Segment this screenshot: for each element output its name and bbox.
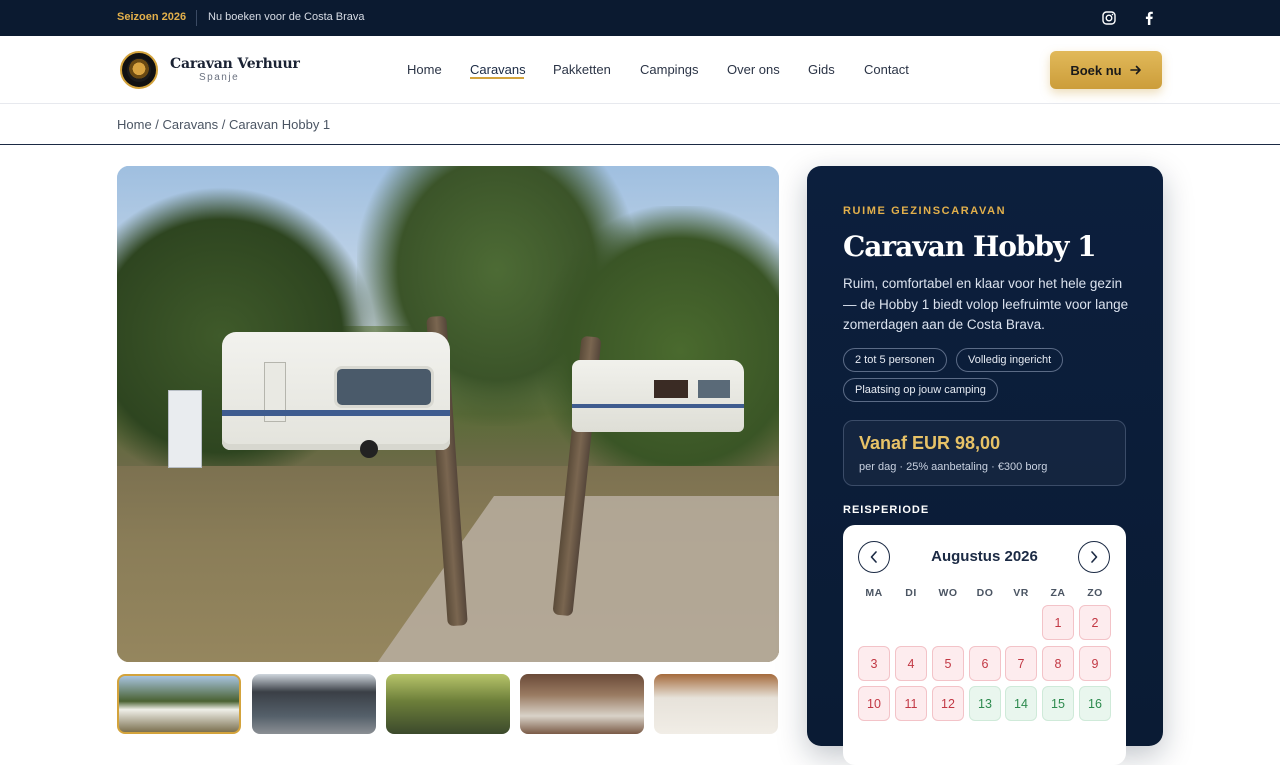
top-bar: Seizoen 2026 Nu boeken voor de Costa Bra… [0, 0, 1280, 36]
season-label: Seizoen 2026 [117, 11, 187, 23]
caravan-description: Ruim, comfortabel en klaar voor het hele… [843, 276, 1129, 332]
travel-period-label: REISPERIODE [843, 504, 930, 516]
calendar-day[interactable]: 12 [932, 686, 964, 721]
chip-placement: Plaatsing op jouw camping [843, 378, 998, 402]
calendar-day[interactable]: 4 [895, 646, 927, 681]
nav-over-ons[interactable]: Over ons [727, 62, 780, 77]
thumbnail-3[interactable] [386, 674, 510, 734]
thumbnail-1[interactable] [117, 674, 241, 734]
calendar-day[interactable]: 2 [1079, 605, 1111, 640]
weekday-label: ZO [1087, 587, 1103, 599]
brand-logo[interactable] [120, 51, 158, 89]
breadcrumb-divider [0, 144, 1280, 145]
caravan-background [572, 360, 744, 432]
calendar-day[interactable]: 14 [1005, 686, 1037, 721]
fridge [168, 390, 202, 468]
top-bar-divider [196, 10, 197, 26]
caravan-photo[interactable] [117, 166, 779, 662]
chip-furnished: Volledig ingericht [956, 348, 1064, 372]
price-details: per dag · 25% aanbetaling · €300 borg [859, 461, 1048, 473]
calendar-day[interactable]: 9 [1079, 646, 1111, 681]
calendar-day[interactable]: 10 [858, 686, 890, 721]
price-box: Vanaf EUR 98,00 per dag · 25% aanbetalin… [843, 420, 1126, 486]
weekday-label: DO [976, 587, 994, 599]
brand-subtitle: Spanje [199, 72, 240, 83]
brand-title[interactable]: Caravan Verhuur [170, 56, 300, 72]
booking-card: RUIME GEZINSCARAVAN Caravan Hobby 1 Ruim… [807, 166, 1163, 765]
thumbnail-5[interactable] [654, 674, 778, 734]
calendar-day[interactable]: 5 [932, 646, 964, 681]
thumbnail-4[interactable] [520, 674, 644, 734]
price: Vanaf EUR 98,00 [859, 433, 1001, 453]
chevron-right-icon[interactable] [1078, 541, 1110, 573]
calendar-day[interactable]: 15 [1042, 686, 1074, 721]
calendar-day[interactable]: 7 [1005, 646, 1037, 681]
top-bar-message: Nu boeken voor de Costa Brava [208, 11, 365, 23]
calendar-day[interactable]: 1 [1042, 605, 1074, 640]
caravan-category: RUIME GEZINSCARAVAN [843, 205, 1007, 217]
breadcrumb[interactable]: Home / Caravans / Caravan Hobby 1 [117, 117, 330, 132]
book-now-label: Boek nu [1070, 62, 1122, 78]
nav-caravans[interactable]: Caravans [470, 62, 526, 77]
nav-contact[interactable]: Contact [864, 62, 909, 77]
weekday-label: MA [865, 587, 883, 599]
weekday-label: WO [938, 587, 958, 599]
calendar-day[interactable]: 8 [1042, 646, 1074, 681]
calendar-day[interactable]: 6 [969, 646, 1001, 681]
availability-calendar: Augustus 2026 MA DI WO DO VR ZA ZO 1 2 3… [843, 525, 1126, 765]
chip-persons: 2 tot 5 personen [843, 348, 947, 372]
caravan-title: Caravan Hobby 1 [843, 230, 1097, 263]
weekday-label: ZA [1050, 587, 1066, 599]
nav-campings[interactable]: Campings [640, 62, 699, 77]
active-nav-indicator [470, 77, 524, 79]
calendar-day[interactable]: 16 [1079, 686, 1111, 721]
weekday-label: DI [905, 587, 917, 599]
instagram-icon[interactable] [1100, 9, 1118, 27]
facebook-icon[interactable] [1140, 9, 1158, 27]
caravan-main [222, 332, 450, 458]
thumbnail-2[interactable] [252, 674, 376, 734]
arrow-right-icon [1129, 65, 1141, 75]
calendar-day[interactable]: 13 [969, 686, 1001, 721]
book-now-button[interactable]: Boek nu [1050, 51, 1162, 89]
weekday-label: VR [1013, 587, 1029, 599]
nav-home[interactable]: Home [407, 62, 442, 77]
nav-pakketten[interactable]: Pakketten [553, 62, 611, 77]
site-header: Caravan Verhuur Spanje Home Caravans Pak… [0, 36, 1280, 104]
calendar-day[interactable]: 11 [895, 686, 927, 721]
calendar-day[interactable]: 3 [858, 646, 890, 681]
nav-gids[interactable]: Gids [808, 62, 835, 77]
